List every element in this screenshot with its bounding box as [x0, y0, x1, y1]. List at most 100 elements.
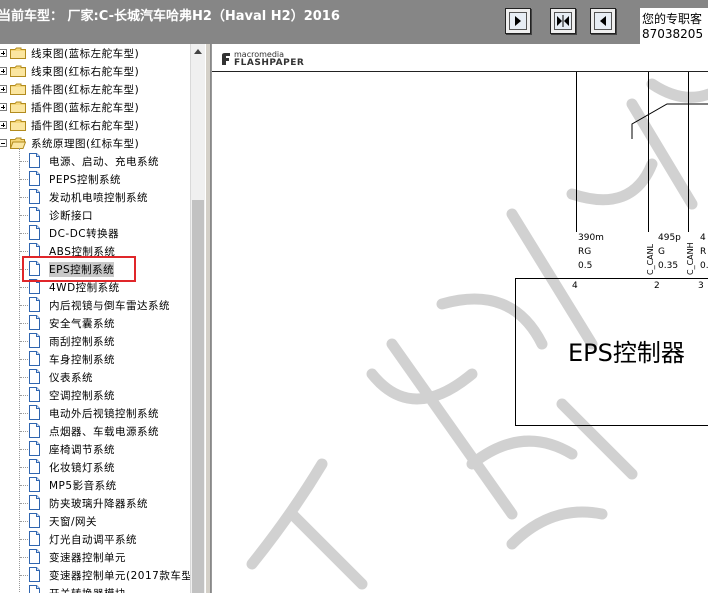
- tree-item[interactable]: 开关转换器模块: [0, 584, 190, 593]
- tree-item-label: 雨刮控制系统: [49, 336, 115, 348]
- tree-item[interactable]: 发动机电喷控制系统: [0, 188, 190, 206]
- tree-item[interactable]: 防夹玻璃升降器系统: [0, 494, 190, 512]
- document-icon: [29, 441, 40, 456]
- tree-folder[interactable]: 系统原理图(红标车型): [0, 134, 190, 152]
- ad-line-2: 87038205: [642, 27, 704, 41]
- prev-page-button[interactable]: [505, 8, 531, 34]
- tree-item-label: 座椅调节系统: [49, 444, 115, 456]
- tree-item-label: 安全气囊系统: [49, 318, 115, 330]
- signal-canh: C_CANH: [686, 242, 695, 275]
- tree-item[interactable]: DC-DC转换器: [0, 224, 190, 242]
- tree-item-label: 电动外后视镜控制系统: [49, 408, 159, 420]
- wire-2: [648, 72, 649, 232]
- tree-item[interactable]: 安全气囊系统: [0, 314, 190, 332]
- tree-connector: [20, 413, 28, 414]
- tree-connector: [20, 557, 28, 558]
- tree-folder[interactable]: 线束图(红标右舵车型): [0, 62, 190, 80]
- document-icon: [29, 513, 40, 528]
- tree-connector: [20, 485, 28, 486]
- tree-scrollbar[interactable]: [190, 44, 205, 593]
- document-icon: [29, 333, 40, 348]
- expand-icon[interactable]: [0, 103, 7, 111]
- tree-connector: [20, 305, 28, 306]
- diagram-viewer[interactable]: macromedia FLASHPAPER 390m RG 0.5 C_CANL…: [211, 44, 708, 593]
- document-icon: [29, 459, 40, 474]
- document-icon: [29, 477, 40, 492]
- document-icon: [29, 369, 40, 384]
- tree-item-label: 诊断接口: [49, 210, 93, 222]
- folder-icon: [10, 119, 26, 131]
- tree-item[interactable]: 空调控制系统: [0, 386, 190, 404]
- tree-connector: [20, 161, 28, 162]
- expand-icon[interactable]: [0, 67, 7, 75]
- folder-icon: [10, 83, 26, 95]
- expand-icon[interactable]: [0, 85, 7, 93]
- tree-connector: [20, 215, 28, 216]
- tree-item[interactable]: 车身控制系统: [0, 350, 190, 368]
- tree-connector: [20, 431, 28, 432]
- tree-item-label: 点烟器、车载电源系统: [49, 426, 159, 438]
- tree-item[interactable]: PEPS控制系统: [0, 170, 190, 188]
- collapse-icon[interactable]: [0, 139, 7, 147]
- scroll-up-button[interactable]: [191, 44, 205, 59]
- tree-connector: [20, 251, 28, 252]
- wire-color-2: G: [658, 247, 665, 257]
- tree-item[interactable]: 天窗/网关: [0, 512, 190, 530]
- folder-icon: [10, 101, 26, 113]
- tree-item[interactable]: 变速器控制单元(2017款车型: [0, 566, 190, 584]
- contact-ad-box[interactable]: 您的专职客 87038205: [640, 8, 708, 44]
- tree-item-label: 变速器控制单元(2017款车型: [49, 570, 190, 582]
- double-arrow-icon: [554, 12, 572, 30]
- tree-item[interactable]: 雨刮控制系统: [0, 332, 190, 350]
- tree-item-label: 仪表系统: [49, 372, 93, 384]
- tree-connector: [20, 179, 28, 180]
- tree-item[interactable]: 点烟器、车载电源系统: [0, 422, 190, 440]
- document-icon: [29, 585, 40, 593]
- expand-icon[interactable]: [0, 49, 7, 57]
- tree-item[interactable]: 变速器控制单元: [0, 548, 190, 566]
- tree-item[interactable]: MP5影音系统: [0, 476, 190, 494]
- document-icon: [29, 207, 40, 222]
- tree-item[interactable]: 电源、启动、充电系统: [0, 152, 190, 170]
- tree-connector: [20, 287, 28, 288]
- tree-connector: [20, 323, 28, 324]
- tree-item[interactable]: 灯光自动调平系统: [0, 530, 190, 548]
- tree-item[interactable]: 座椅调节系统: [0, 440, 190, 458]
- tree-folder[interactable]: 插件图(红标右舵车型): [0, 116, 190, 134]
- tree-connector: [20, 395, 28, 396]
- tree-item-label: DC-DC转换器: [49, 228, 120, 240]
- tree-folder[interactable]: 插件图(红标左舵车型): [0, 80, 190, 98]
- wire-bend: [631, 103, 708, 139]
- selection-highlight-box: [22, 256, 136, 282]
- wire-1: [576, 72, 577, 232]
- top-header-bar: 当前车型： 厂家:C-长城汽车哈弗H2（Haval H2）2016 您的专职客 …: [0, 0, 708, 44]
- flashpaper-f-icon: [222, 53, 230, 65]
- tree-item[interactable]: 电动外后视镜控制系统: [0, 404, 190, 422]
- tree-connector: [20, 539, 28, 540]
- tree-connector: [20, 503, 28, 504]
- wire-code-1: 390m: [578, 233, 604, 243]
- wire-color-3: R: [700, 247, 707, 257]
- document-icon: [29, 495, 40, 510]
- split-view-button[interactable]: [550, 8, 576, 34]
- tree-folder[interactable]: 线束图(蓝标左舵车型): [0, 44, 190, 62]
- wire-3: [688, 72, 689, 232]
- document-icon: [29, 189, 40, 204]
- tree-item[interactable]: 内后视镜与倒车雷达系统: [0, 296, 190, 314]
- document-icon: [29, 297, 40, 312]
- signal-canl: C_CANL: [646, 243, 655, 275]
- tree-connector: [20, 359, 28, 360]
- tree-folder[interactable]: 插件图(蓝标左舵车型): [0, 98, 190, 116]
- tree-item-label: 发动机电喷控制系统: [49, 192, 148, 204]
- folder-open-icon: [10, 137, 26, 149]
- wire-color-1: RG: [578, 247, 592, 257]
- tree-item[interactable]: 仪表系统: [0, 368, 190, 386]
- tree-item[interactable]: 化妆镜灯系统: [0, 458, 190, 476]
- scroll-thumb[interactable]: [192, 200, 204, 593]
- document-icon: [29, 567, 40, 582]
- tree-connector: [20, 341, 28, 342]
- next-page-button[interactable]: [590, 8, 616, 34]
- tree-item[interactable]: 诊断接口: [0, 206, 190, 224]
- expand-icon[interactable]: [0, 121, 7, 129]
- tree-folder-label: 插件图(蓝标左舵车型): [31, 102, 140, 114]
